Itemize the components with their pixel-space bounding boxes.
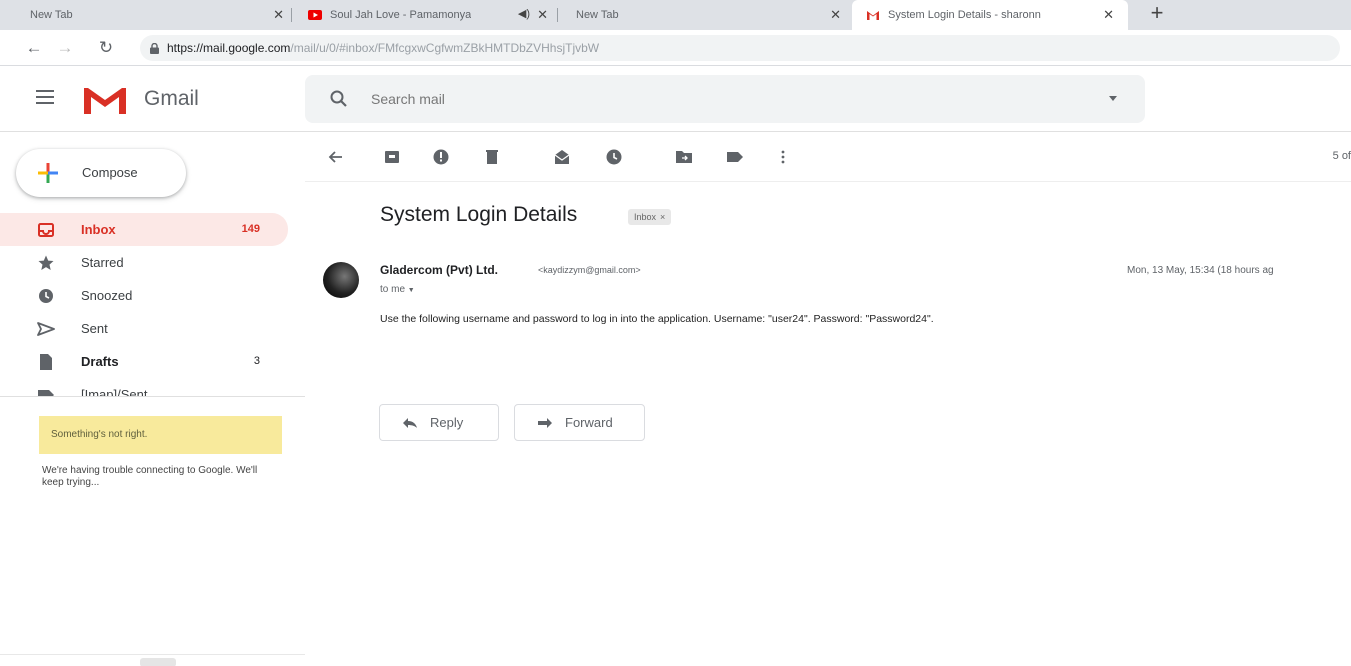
reply-label: Reply — [430, 415, 464, 430]
close-icon[interactable]: ✕ — [537, 7, 548, 23]
star-icon — [38, 255, 54, 270]
gmail-icon — [867, 11, 879, 20]
search-options-icon[interactable] — [1109, 96, 1117, 101]
tab-title: New Tab — [30, 9, 73, 21]
gmail-header: Gmail — [0, 66, 1351, 132]
close-icon[interactable]: ✕ — [273, 7, 284, 23]
gmail-logo-icon[interactable] — [82, 84, 128, 116]
recipient-label: to me — [380, 284, 406, 295]
sender-name[interactable]: Gladercom (Pvt) Ltd. — [380, 263, 498, 277]
label-as-icon[interactable] — [726, 148, 744, 166]
sidebar-item-label: Drafts — [81, 354, 119, 369]
sidebar-item-imap-sent[interactable]: [Imap]/Sent — [0, 378, 288, 397]
send-icon — [37, 322, 55, 336]
close-icon[interactable]: ✕ — [830, 7, 841, 23]
sender-email: <kaydizzym@gmail.com> — [538, 265, 641, 275]
sidebar-item-inbox[interactable]: Inbox 149 — [0, 213, 288, 246]
tab-separator — [291, 8, 292, 22]
url-path: /mail/u/0/#inbox/FMfcgxwCgfwmZBkHMTDbZVH… — [290, 41, 600, 55]
sidebar-item-drafts[interactable]: Drafts 3 — [0, 345, 288, 378]
sidebar-item-label: Inbox — [81, 222, 116, 237]
sidebar-item-starred[interactable]: Starred — [0, 246, 288, 279]
message-subject: System Login Details — [380, 203, 578, 226]
back-icon[interactable]: ← — [24, 38, 44, 58]
search-bar — [305, 75, 1145, 123]
message-toolbar: 5 of — [305, 132, 1351, 182]
chip-label: Inbox — [634, 212, 657, 222]
report-spam-icon[interactable] — [432, 148, 450, 166]
message-body: Use the following username and password … — [380, 313, 934, 325]
inbox-label-chip[interactable]: Inbox × — [628, 209, 672, 225]
main-menu-icon[interactable] — [36, 90, 54, 104]
reply-icon — [403, 417, 417, 428]
browser-tab-new-tab-2[interactable]: New Tab ✕ — [562, 0, 847, 30]
draft-count: 3 — [253, 355, 260, 367]
tab-title: Soul Jah Love - Pamamonya — [330, 9, 472, 21]
chevron-down-icon[interactable]: ▼ — [408, 287, 415, 294]
search-input[interactable] — [371, 87, 1071, 111]
address-bar: ← → ↻ https://mail.google.com/mail/u/0/#… — [0, 30, 1351, 66]
tab-title: System Login Details - sharonn — [888, 9, 1041, 21]
delete-icon[interactable] — [483, 148, 501, 166]
inbox-icon — [38, 223, 54, 237]
tab-title: New Tab — [576, 9, 619, 21]
sidebar-item-label: Sent — [81, 321, 108, 336]
more-options-icon[interactable] — [774, 148, 792, 166]
browser-tab-youtube[interactable]: Soul Jah Love - Pamamonya ◀) ✕ — [296, 0, 554, 30]
reload-icon[interactable]: ↻ — [96, 38, 116, 58]
snooze-icon[interactable] — [605, 148, 623, 166]
audio-icon[interactable]: ◀) — [518, 7, 530, 20]
forward-icon[interactable]: → — [55, 38, 75, 58]
connection-warning-banner: Something's not right. — [39, 416, 282, 454]
sidebar-footer — [0, 654, 305, 666]
url-domain: https://mail.google.com — [167, 41, 291, 55]
reply-button[interactable]: Reply — [379, 404, 499, 441]
sidebar-item-sent[interactable]: Sent — [0, 312, 288, 345]
pagination-text: 5 of — [1332, 150, 1351, 162]
forward-button[interactable]: Forward — [514, 404, 645, 441]
clock-icon — [39, 289, 53, 303]
unread-count: 149 — [241, 223, 260, 235]
search-icon[interactable] — [329, 89, 349, 109]
forward-label: Forward — [565, 415, 613, 430]
compose-button[interactable]: Compose — [16, 149, 186, 197]
youtube-icon — [308, 10, 322, 20]
recipient-details[interactable]: to me ▼ — [380, 284, 415, 295]
sidebar-item-label: Starred — [81, 255, 124, 270]
browser-tab-strip: New Tab ✕ Soul Jah Love - Pamamonya ◀) ✕… — [0, 0, 1351, 30]
move-to-icon[interactable] — [675, 148, 693, 166]
connection-warning-detail: We're having trouble connecting to Googl… — [42, 465, 258, 488]
close-icon[interactable]: ✕ — [1103, 7, 1114, 23]
sender-avatar[interactable] — [323, 262, 359, 298]
compose-plus-icon — [38, 163, 58, 183]
sidebar-nav: Inbox 149 Starred Snoozed Sent Drafts 3 … — [0, 213, 300, 397]
hangouts-tab[interactable] — [140, 658, 176, 666]
divider — [0, 396, 305, 397]
new-tab-button[interactable]: + — [1142, 0, 1172, 30]
lock-icon — [150, 42, 159, 54]
browser-tab-new-tab-1[interactable]: New Tab ✕ — [0, 0, 290, 30]
compose-label: Compose — [82, 165, 138, 180]
message-date: Mon, 13 May, 15:34 (18 hours ag — [1127, 265, 1274, 276]
mark-unread-icon[interactable] — [553, 148, 571, 166]
app-name: Gmail — [144, 87, 199, 110]
sidebar-item-label: Snoozed — [81, 288, 133, 303]
back-to-inbox-icon[interactable] — [327, 148, 345, 166]
archive-icon[interactable] — [383, 148, 401, 166]
remove-label-icon[interactable]: × — [660, 212, 665, 222]
tab-separator — [557, 8, 558, 22]
draft-icon — [40, 354, 52, 370]
sidebar-item-snoozed[interactable]: Snoozed — [0, 279, 288, 312]
browser-tab-gmail[interactable]: System Login Details - sharonn ✕ — [852, 0, 1128, 30]
forward-icon — [538, 417, 552, 428]
url-field[interactable]: https://mail.google.com/mail/u/0/#inbox/… — [140, 35, 1340, 61]
